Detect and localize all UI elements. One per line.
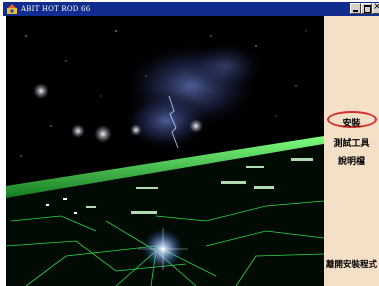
maximize-button[interactable] xyxy=(361,3,372,14)
title-bar[interactable]: ABIT HOT ROD 66 xyxy=(3,1,379,16)
window-title: ABIT HOT ROD 66 xyxy=(21,5,91,13)
install-menu-item[interactable]: 安裝 xyxy=(324,116,379,129)
install-menu-panel: 安裝 測試工具 說明檔 離開安裝程式 xyxy=(324,16,379,286)
test-tools-menu-item[interactable]: 測試工具 xyxy=(324,136,379,149)
installer-window: ABIT HOT ROD 66 × 安裝 測試工具 說明檔 離開安裝程式 xyxy=(3,1,379,286)
readme-menu-item[interactable]: 說明檔 xyxy=(324,154,379,167)
exit-setup-menu-item[interactable]: 離開安裝程式 xyxy=(324,258,379,270)
close-button[interactable] xyxy=(372,1,379,14)
app-icon xyxy=(7,4,17,14)
minimize-button[interactable] xyxy=(350,3,361,14)
splash-image xyxy=(6,16,324,286)
circuit-board-space-illustration xyxy=(6,16,324,286)
